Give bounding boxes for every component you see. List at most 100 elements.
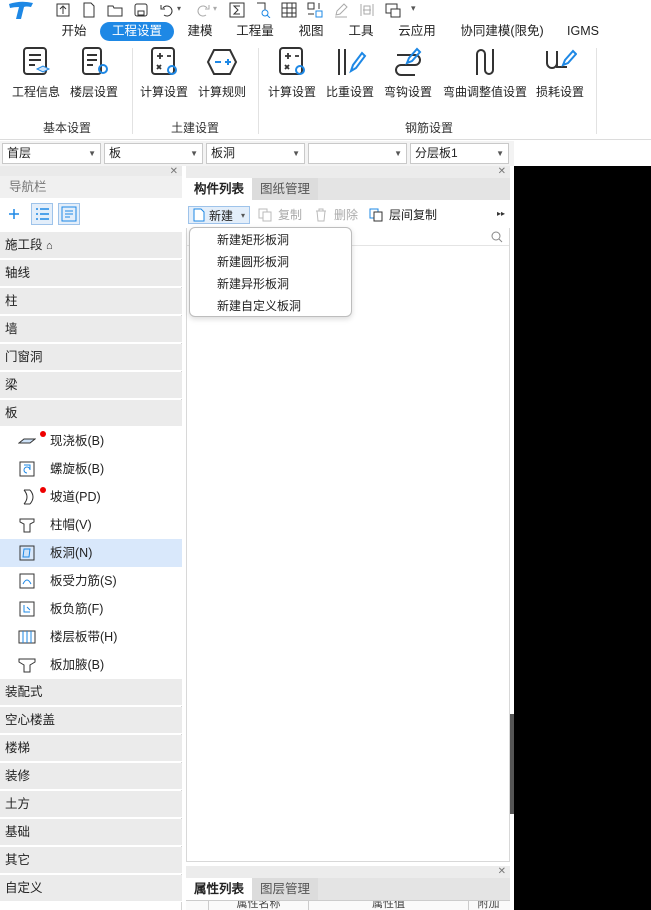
close-icon[interactable]: ✕ [498, 866, 506, 878]
layer-select[interactable]: 分层板1 ▼ [410, 143, 509, 164]
selector-row: 首层 ▼ 板 ▼ 板洞 ▼ ▼ 分层板1 ▼ [0, 141, 514, 166]
sparkle-icon[interactable] [8, 208, 20, 220]
floor-select[interactable]: 首层 ▼ [2, 143, 101, 164]
tab-igms[interactable]: IGMS [560, 22, 606, 41]
tab-start[interactable]: 开始 [52, 22, 96, 41]
column-header-name: 属性名称 [208, 901, 308, 910]
component-type-select[interactable]: 板洞 ▼ [206, 143, 305, 164]
find-icon[interactable] [255, 2, 271, 18]
detail-list-icon [61, 206, 77, 222]
nav-category-slab[interactable]: 板 [0, 400, 182, 427]
hook-settings-button[interactable]: 弯钩设置 [381, 45, 435, 107]
project-info-button[interactable]: 工程信息 [8, 45, 64, 107]
weight-settings-button[interactable]: 比重设置 [324, 45, 376, 107]
open-folder-icon[interactable] [107, 2, 123, 18]
menu-item-new-rect-hole[interactable]: 新建矩形板洞 [190, 229, 351, 251]
tab-layer-management[interactable]: 图层管理 [252, 878, 319, 900]
nav-category-door-window[interactable]: 门窗洞 [0, 344, 182, 371]
undo-icon[interactable] [159, 2, 175, 18]
nav-category-custom[interactable]: 自定义 [0, 875, 182, 902]
screen-icon[interactable] [385, 2, 401, 18]
tab-drawing-management[interactable]: 图纸管理 [252, 178, 319, 200]
tab-quantity[interactable]: 工程量 [228, 22, 282, 41]
customize-dropdown-icon[interactable]: ▾ [411, 3, 416, 14]
redo-icon[interactable] [195, 2, 211, 18]
tab-view[interactable]: 视图 [290, 22, 332, 41]
nav-item-spiral-slab[interactable]: 螺旋板(B) [0, 455, 182, 483]
tab-cloud[interactable]: 云应用 [390, 22, 444, 41]
chevron-down-icon: ▼ [496, 149, 504, 158]
drawing-canvas[interactable] [514, 166, 651, 910]
new-file-icon[interactable] [81, 2, 97, 18]
nav-item-cast-slab[interactable]: 现浇板(B) [0, 427, 182, 455]
loss-settings-button[interactable]: 损耗设置 [534, 45, 586, 107]
ribbon-separator [258, 48, 259, 134]
tab-project-settings[interactable]: 工程设置 [100, 22, 174, 41]
nav-category-decoration[interactable]: 装修 [0, 763, 182, 790]
nav-category-stairs[interactable]: 楼梯 [0, 735, 182, 762]
nav-category-prefab[interactable]: 装配式 [0, 679, 182, 706]
nav-item-negative-rebar[interactable]: 板负筋(F) [0, 595, 182, 623]
category-label: 梁 [5, 378, 18, 392]
weight-settings-icon [338, 49, 367, 75]
sum-icon[interactable] [229, 2, 245, 18]
nav-item-ramp[interactable]: 坡道(PD) [0, 483, 182, 511]
pen-icon[interactable] [333, 2, 349, 18]
nav-category-axis[interactable]: 轴线 [0, 260, 182, 287]
nav-category-beam[interactable]: 梁 [0, 372, 182, 399]
delete-button[interactable]: 删除 [314, 206, 358, 224]
undo-dropdown-icon[interactable]: ▾ [177, 4, 181, 13]
category-select[interactable]: 板 ▼ [104, 143, 203, 164]
menu-item-new-circle-hole[interactable]: 新建圆形板洞 [190, 251, 351, 273]
menu-item-new-irregular-hole[interactable]: 新建异形板洞 [190, 273, 351, 295]
nav-category-construction-section[interactable]: 施工段 ⌂ [0, 232, 182, 259]
floor-copy-button[interactable]: 层间复制 [369, 206, 437, 224]
menu-item-new-custom-hole[interactable]: 新建自定义板洞 [190, 295, 351, 317]
nav-item-slab-hole[interactable]: 板洞(N) [0, 539, 182, 567]
nav-item-label: 板受力筋(S) [50, 574, 117, 588]
nav-category-other[interactable]: 其它 [0, 847, 182, 874]
component-select[interactable]: ▼ [308, 143, 407, 164]
more-icon[interactable]: ▸▸ [497, 209, 505, 218]
new-button[interactable]: 新建 ▾ [188, 206, 250, 224]
component-type-select-value: 板洞 [211, 146, 236, 160]
detail-view-button[interactable] [58, 203, 80, 225]
calc-rules-button[interactable]: 计算规则 [196, 45, 248, 107]
property-table-header: 属性名称 属性值 附加 [186, 900, 510, 910]
column-header-extra: 附加 [468, 901, 508, 910]
tab-component-list[interactable]: 构件列表 [186, 178, 253, 200]
tree-view-button[interactable] [31, 203, 53, 225]
bend-adjust-settings-button[interactable]: 弯曲调整值设置 [440, 45, 530, 107]
tab-collab[interactable]: 协同建模(限免) [452, 22, 552, 41]
nav-category-column[interactable]: 柱 [0, 288, 182, 315]
settings-grid-icon[interactable] [307, 2, 323, 18]
copy-button[interactable]: 复制 [258, 206, 302, 224]
app-logo[interactable] [6, 0, 36, 20]
nav-category-foundation[interactable]: 基础 [0, 819, 182, 846]
import-icon[interactable] [55, 2, 71, 18]
tab-modeling[interactable]: 建模 [180, 22, 220, 41]
category-label: 其它 [5, 853, 31, 867]
floor-settings-button[interactable]: 楼层设置 [68, 45, 120, 107]
nav-category-hollow-floor[interactable]: 空心楼盖 [0, 707, 182, 734]
navigation-panel: ✕ 导航栏 施工段 ⌂ 轴线 柱 墙 门窗洞 梁 板 现浇板(B) 螺旋板(B)… [0, 166, 182, 910]
rebar-calc-settings-button[interactable]: 计算设置 [265, 45, 319, 107]
search-icon[interactable] [491, 231, 503, 243]
nav-item-column-cap[interactable]: 柱帽(V) [0, 511, 182, 539]
save-icon[interactable] [133, 2, 149, 18]
ruler-icon[interactable] [359, 2, 375, 18]
tab-property-list[interactable]: 属性列表 [186, 878, 253, 900]
civil-calc-settings-button[interactable]: 计算设置 [138, 45, 190, 107]
redo-dropdown-icon[interactable]: ▾ [213, 4, 217, 13]
nav-category-earthwork[interactable]: 土方 [0, 791, 182, 818]
nav-item-slab-haunch[interactable]: 板加腋(B) [0, 651, 182, 679]
grid-icon[interactable] [281, 2, 297, 18]
nav-item-slab-rebar[interactable]: 板受力筋(S) [0, 567, 182, 595]
slab-hole-icon [19, 545, 35, 561]
tab-tools[interactable]: 工具 [340, 22, 382, 41]
nav-category-wall[interactable]: 墙 [0, 316, 182, 343]
rebar-calc-settings-label: 计算设置 [267, 85, 316, 99]
component-list[interactable] [186, 228, 510, 862]
nav-item-slab-strip[interactable]: 楼层板带(H) [0, 623, 182, 651]
close-icon[interactable]: ✕ [498, 166, 506, 178]
